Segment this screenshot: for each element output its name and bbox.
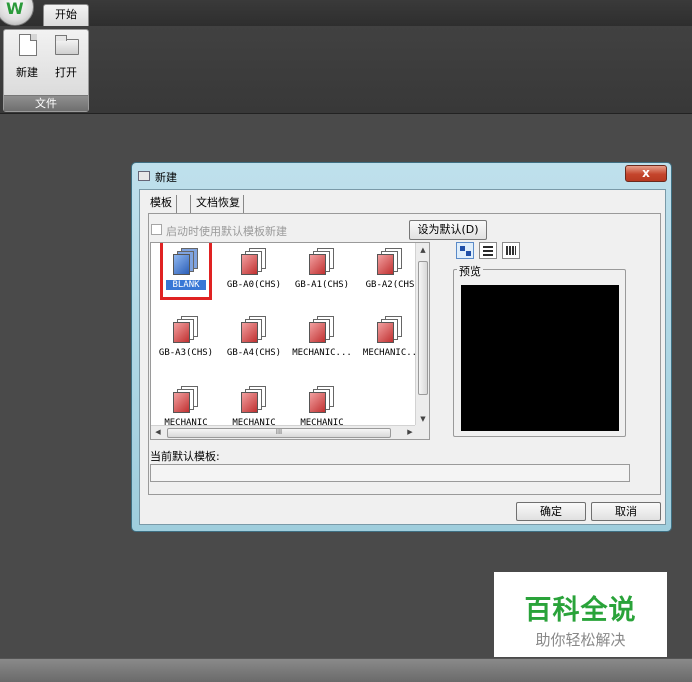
large-icons-icon — [460, 246, 465, 251]
ok-button[interactable]: 确定 — [516, 502, 586, 521]
template-item[interactable]: GB-A4(CHS) — [221, 311, 287, 377]
scroll-left-icon[interactable]: ◀ — [151, 426, 165, 439]
template-item-blank[interactable]: BLANK — [153, 243, 219, 309]
list-view-icon — [483, 246, 493, 248]
template-icon — [309, 248, 335, 276]
template-label: GB-A0(CHS) — [226, 280, 282, 290]
current-default-label: 当前默认模板: — [150, 450, 220, 463]
template-label: GB-A3(CHS) — [158, 348, 214, 358]
watermark-title: 百科全说 — [524, 595, 637, 626]
dialog-title: 新建 — [155, 171, 177, 184]
app-logo-icon: W — [6, 0, 24, 18]
ribbon-top-bar: W 开始 — [0, 0, 692, 26]
template-label: GB-A4(CHS) — [226, 348, 282, 358]
ribbon-group-label: 文件 — [4, 95, 88, 111]
template-item[interactable]: GB-A0(CHS) — [221, 243, 287, 309]
template-label: GB-A1(CHS) — [294, 280, 350, 290]
large-icons-view-button[interactable] — [456, 242, 474, 259]
template-icon — [173, 386, 199, 414]
scroll-up-icon[interactable]: ▲ — [416, 243, 429, 257]
cancel-button[interactable]: 取消 — [591, 502, 661, 521]
new-button-label: 新建 — [16, 66, 38, 79]
current-default-field — [150, 464, 630, 482]
ribbon-panel: 新建 打开 文件 — [0, 26, 692, 114]
vertical-scrollbar[interactable]: ▲ ▼ — [415, 243, 429, 426]
template-item[interactable]: GB-A1(CHS) — [289, 243, 355, 309]
template-item[interactable]: MECHANIC... — [289, 311, 355, 377]
dialog-client: 模板 文档恢复 启动时使用默认模板新建 设为默认(D) BLANK GB-A0(… — [139, 189, 666, 525]
preview-image — [461, 285, 619, 431]
watermark-subtitle: 助你轻松解决 — [535, 631, 626, 649]
set-default-button[interactable]: 设为默认(D) — [409, 220, 487, 240]
horizontal-scrollbar[interactable]: ◀ III ▶ — [151, 425, 417, 439]
scroll-down-icon[interactable]: ▼ — [416, 412, 429, 426]
template-icon — [241, 248, 267, 276]
template-item[interactable]: GB-A3(CHS) — [153, 311, 219, 377]
preview-label: 预览 — [457, 263, 483, 279]
dialog-titlebar[interactable]: 新建 x — [132, 163, 671, 189]
close-icon: x — [642, 166, 650, 180]
template-icon — [309, 386, 335, 414]
template-icon — [173, 316, 199, 344]
new-dialog: 新建 x 模板 文档恢复 启动时使用默认模板新建 设为默认(D) BLANK G… — [131, 162, 672, 532]
template-icon — [309, 316, 335, 344]
template-label: MECHANIC... — [292, 348, 352, 358]
template-label: BLANK — [166, 280, 206, 290]
template-icon — [241, 386, 267, 414]
startup-default-checkbox[interactable] — [151, 224, 162, 235]
vertical-scroll-thumb[interactable] — [418, 261, 428, 395]
new-button[interactable]: 新建 — [9, 34, 45, 90]
template-item[interactable]: GB-A2(CHS — [357, 243, 423, 309]
template-list: BLANK GB-A0(CHS) GB-A1(CHS) GB-A2(CHS GB… — [150, 242, 430, 440]
open-button-label: 打开 — [55, 66, 77, 79]
template-icon — [241, 316, 267, 344]
open-folder-icon — [52, 34, 80, 58]
details-view-button[interactable] — [502, 242, 520, 259]
app-menu-button[interactable]: W — [0, 0, 34, 26]
close-button[interactable]: x — [625, 165, 667, 182]
tab-templates[interactable]: 模板 — [146, 195, 177, 213]
open-button[interactable]: 打开 — [48, 34, 84, 90]
template-icon — [377, 316, 403, 344]
scroll-corner — [415, 425, 429, 439]
new-document-icon — [13, 34, 41, 58]
tab-start[interactable]: 开始 — [43, 4, 89, 26]
watermark-badge: 百科全说 助你轻松解决 — [494, 572, 667, 657]
window-icon — [138, 171, 150, 181]
list-view-button[interactable] — [479, 242, 497, 259]
template-item[interactable]: MECHANIC.. — [357, 311, 423, 377]
startup-default-label: 启动时使用默认模板新建 — [166, 225, 287, 238]
horizontal-scroll-thumb[interactable]: III — [167, 428, 391, 438]
tab-document-recovery[interactable]: 文档恢复 — [190, 195, 244, 213]
template-icon — [377, 248, 403, 276]
blank-template-icon — [173, 248, 199, 276]
template-label: MECHANIC.. — [362, 348, 418, 358]
ribbon-group-file: 新建 打开 文件 — [3, 29, 89, 112]
details-view-icon — [506, 246, 516, 255]
template-label: GB-A2(CHS — [365, 280, 415, 290]
templates-pane: 启动时使用默认模板新建 设为默认(D) BLANK GB-A0(CHS) GB-… — [148, 213, 661, 495]
status-bar — [0, 658, 692, 682]
